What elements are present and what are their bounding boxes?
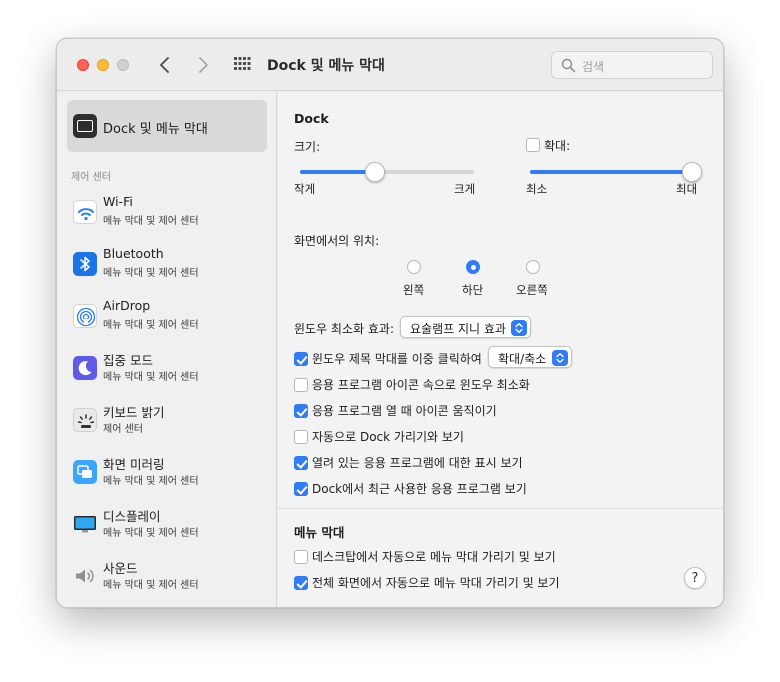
close-button[interactable] — [77, 59, 89, 71]
sidebar-item-title: AirDrop — [103, 298, 151, 313]
bluetooth-icon — [73, 252, 97, 276]
moon-icon — [73, 356, 97, 380]
window-title: Dock 및 메뉴 막대 — [267, 58, 385, 74]
sidebar-item-label: Dock 및 메뉴 막대 — [103, 122, 208, 137]
minimize-effect-label: 윈도우 최소화 효과: — [294, 322, 394, 336]
size-slider-fill — [300, 170, 375, 174]
position-right-radio[interactable] — [526, 260, 540, 274]
animate-opening-label: 응용 프로그램 열 때 아이콘 움직이기 — [312, 404, 497, 418]
sidebar-item-subtitle: 메뉴 막대 및 제어 센터 — [103, 476, 199, 487]
minimize-into-icon-checkbox[interactable] — [294, 378, 308, 392]
minimize-button[interactable] — [97, 59, 109, 71]
size-min-label: 작게 — [294, 182, 316, 196]
speaker-icon — [73, 564, 97, 588]
sidebar-item-subtitle: 메뉴 막대 및 제어 센터 — [103, 216, 199, 227]
sidebar-item-title: 디스플레이 — [103, 509, 161, 524]
sidebar-item-subtitle: 메뉴 막대 및 제어 센터 — [103, 320, 199, 331]
title-bar: Dock 및 메뉴 막대 검색 — [57, 39, 723, 91]
chevron-left-icon — [160, 57, 169, 73]
wifi-icon — [73, 200, 97, 224]
minimize-effect-value: 요술램프 지니 효과 — [410, 322, 506, 336]
position-bottom-radio[interactable] — [466, 260, 480, 274]
double-click-title-label: 윈도우 제목 막대를 이중 클릭하여 — [312, 352, 482, 366]
sidebar-item-title: 집중 모드 — [103, 353, 153, 368]
magnification-slider-knob[interactable] — [682, 162, 702, 182]
sidebar-item-subtitle: 메뉴 막대 및 제어 센터 — [103, 372, 199, 383]
sidebar-item-title: Bluetooth — [103, 246, 164, 261]
show-indicators-checkbox[interactable] — [294, 456, 308, 470]
show-recent-apps-checkbox[interactable] — [294, 482, 308, 496]
sidebar-item-sound[interactable]: 사운드 메뉴 막대 및 제어 센터 — [67, 552, 267, 604]
search-placeholder: 검색 — [582, 60, 605, 74]
sidebar-item-subtitle: 메뉴 막대 및 제어 센터 — [103, 528, 199, 539]
show-all-button[interactable] — [233, 56, 251, 74]
section-divider — [278, 508, 723, 509]
size-max-label: 크게 — [454, 182, 476, 196]
show-indicators-label: 열려 있는 응용 프로그램에 대한 표시 보기 — [312, 456, 523, 470]
back-button[interactable] — [153, 53, 177, 77]
position-bottom-label: 하단 — [462, 283, 484, 297]
chevron-right-icon — [199, 57, 208, 73]
autohide-dock-label: 자동으로 Dock 가리기와 보기 — [312, 430, 464, 444]
sidebar-item-title: 화면 미러링 — [103, 457, 165, 472]
double-click-title-checkbox[interactable] — [294, 352, 308, 366]
updown-chevron-icon — [552, 350, 568, 366]
grid-icon — [234, 57, 251, 70]
sidebar-item-dock-menubar[interactable]: Dock 및 메뉴 막대 — [67, 100, 267, 152]
sidebar-item-keyboard-brightness[interactable]: 키보드 밝기 제어 센터 — [67, 396, 267, 448]
dock-section-title: Dock — [294, 111, 329, 126]
magnification-max-label: 최대 — [676, 182, 698, 196]
sidebar-item-airdrop[interactable]: AirDrop 메뉴 막대 및 제어 센터 — [67, 292, 267, 344]
position-right-label: 오른쪽 — [516, 283, 548, 297]
sidebar-item-subtitle: 메뉴 막대 및 제어 센터 — [103, 580, 199, 591]
sidebar-item-focus[interactable]: 집중 모드 메뉴 막대 및 제어 센터 — [67, 344, 267, 396]
sidebar-item-subtitle: 메뉴 막대 및 제어 센터 — [103, 268, 199, 279]
position-label: 화면에서의 위치: — [294, 234, 380, 248]
autohide-dock-checkbox[interactable] — [294, 430, 308, 444]
zoom-button[interactable] — [117, 59, 129, 71]
double-click-action-value: 확대/축소 — [498, 352, 547, 366]
sidebar-item-bluetooth[interactable]: Bluetooth 메뉴 막대 및 제어 센터 — [67, 240, 267, 292]
help-button[interactable]: ? — [684, 567, 706, 589]
autohide-menubar-fullscreen-checkbox[interactable] — [294, 576, 308, 590]
double-click-action-popup[interactable]: 확대/축소 — [488, 346, 572, 368]
search-icon — [561, 58, 576, 73]
screen-mirroring-icon — [73, 460, 97, 484]
forward-button[interactable] — [191, 53, 215, 77]
sidebar-item-wifi[interactable]: Wi-Fi 메뉴 막대 및 제어 센터 — [67, 188, 267, 240]
sidebar-item-display[interactable]: 디스플레이 메뉴 막대 및 제어 센터 — [67, 500, 267, 552]
autohide-menubar-fullscreen-label: 전체 화면에서 자동으로 메뉴 막대 가리기 및 보기 — [312, 576, 560, 590]
sidebar: Dock 및 메뉴 막대 제어 센터 Wi-Fi 메뉴 막대 및 제어 센터 B… — [57, 92, 277, 607]
minimize-into-icon-label: 응용 프로그램 아이콘 속으로 윈도우 최소화 — [312, 378, 530, 392]
updown-chevron-icon — [511, 320, 527, 336]
position-left-radio[interactable] — [407, 260, 421, 274]
menubar-section-title: 메뉴 막대 — [294, 525, 345, 540]
airdrop-icon — [73, 304, 97, 328]
sidebar-item-title: Wi-Fi — [103, 194, 133, 209]
magnification-slider-fill — [530, 170, 692, 174]
main-panel: Dock 크기: 작게 크게 확대: 최소 최대 화면에서의 위치: 왼쪽 하단… — [278, 92, 723, 607]
system-preferences-window: Dock 및 메뉴 막대 검색 Dock 및 메뉴 막대 제어 센터 Wi-Fi… — [56, 38, 724, 608]
autohide-menubar-desktop-checkbox[interactable] — [294, 550, 308, 564]
minimize-effect-popup[interactable]: 요술램프 지니 효과 — [400, 316, 531, 338]
animate-opening-checkbox[interactable] — [294, 404, 308, 418]
display-icon — [73, 512, 97, 536]
sidebar-section-control-center: 제어 센터 — [71, 172, 111, 183]
show-recent-apps-label: Dock에서 최근 사용한 응용 프로그램 보기 — [312, 482, 527, 496]
magnification-min-label: 최소 — [526, 182, 548, 196]
size-slider-knob[interactable] — [364, 162, 385, 182]
size-label: 크기: — [294, 140, 321, 154]
position-left-label: 왼쪽 — [403, 283, 425, 297]
sidebar-item-screen-mirroring[interactable]: 화면 미러링 메뉴 막대 및 제어 센터 — [67, 448, 267, 500]
sidebar-item-title: 사운드 — [103, 561, 138, 576]
sidebar-item-subtitle: 제어 센터 — [103, 424, 143, 435]
magnification-label: 확대: — [544, 139, 571, 153]
sidebar-item-title: 키보드 밝기 — [103, 405, 165, 420]
dock-menubar-icon — [73, 114, 97, 138]
keyboard-brightness-icon — [73, 408, 97, 432]
search-field[interactable]: 검색 — [551, 51, 713, 79]
magnification-checkbox[interactable] — [526, 138, 540, 152]
autohide-menubar-desktop-label: 데스크탑에서 자동으로 메뉴 막대 가리기 및 보기 — [312, 550, 556, 564]
